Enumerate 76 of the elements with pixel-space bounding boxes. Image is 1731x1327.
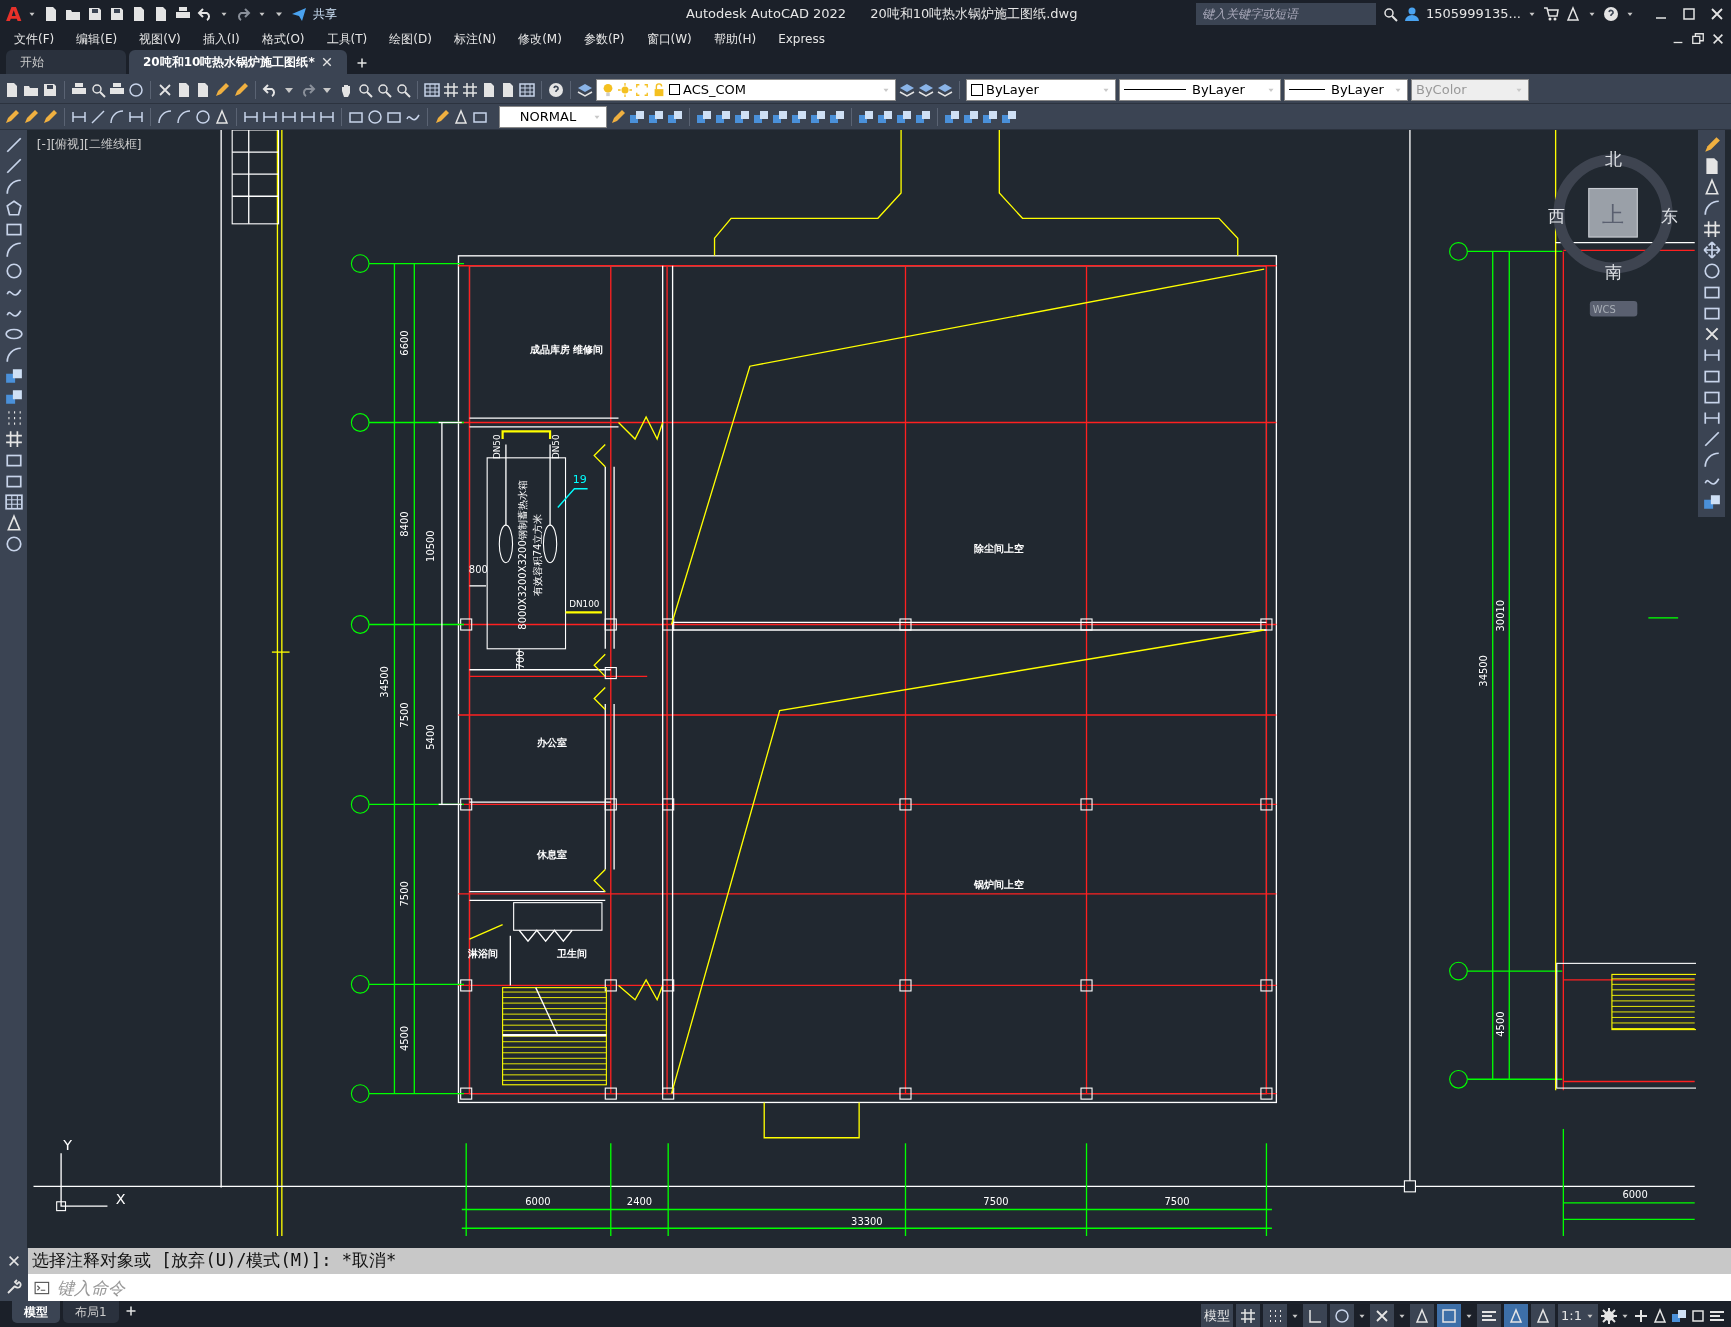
menu-item[interactable]: 窗口(W) bbox=[635, 30, 703, 48]
dimension-text: 4500 bbox=[398, 1025, 410, 1052]
axis-label: Y bbox=[63, 1136, 73, 1153]
search-field[interactable]: 键入关键字或短语 bbox=[1195, 3, 1376, 25]
dimension-text: 6600 bbox=[398, 330, 410, 356]
color-value: ByLayer bbox=[986, 80, 1039, 99]
menu-item[interactable]: 参数(P) bbox=[572, 30, 636, 48]
layer-name: ACS_COM bbox=[683, 80, 747, 99]
lineweight-value: ByLayer bbox=[1331, 80, 1384, 99]
dimension-text: 34500 bbox=[1478, 655, 1490, 687]
menu-item[interactable]: 工具(T) bbox=[315, 30, 379, 48]
menu-item[interactable]: 绘图(D) bbox=[378, 30, 443, 48]
linetype-dropdown[interactable]: ByLayer bbox=[1119, 78, 1281, 101]
room-label: 除尘间上空 bbox=[974, 541, 1025, 554]
file-title: 20吨和10吨热水锅炉施工图纸.dwg bbox=[870, 5, 1078, 24]
app-logo[interactable]: A bbox=[6, 0, 22, 29]
annotation-text: 有效容积74立方米 bbox=[532, 513, 544, 597]
dimension-text: 700 bbox=[514, 650, 526, 670]
app-title: Autodesk AutoCAD 2022 bbox=[685, 5, 847, 24]
dimension-text: 8400 bbox=[398, 511, 410, 537]
document-tab[interactable]: 20吨和10吨热水锅炉施工图纸* bbox=[129, 50, 347, 74]
compass-label[interactable]: 东 bbox=[1660, 206, 1678, 226]
leader-tag: 19 bbox=[572, 473, 587, 487]
viewcube-face-label: 上 bbox=[1602, 201, 1625, 227]
dimension-text: 6000 bbox=[1622, 1189, 1648, 1201]
lineweight-dropdown[interactable]: ByLayer bbox=[1284, 78, 1408, 101]
dimension-text: 33300 bbox=[851, 1215, 883, 1227]
menu-item[interactable]: 编辑(E) bbox=[65, 30, 129, 48]
room-label: 成品库房 维修间 bbox=[529, 342, 604, 355]
model-space-toggle[interactable]: 模型 bbox=[1201, 1304, 1234, 1327]
share-label[interactable]: 共享 bbox=[313, 5, 338, 23]
viewport-controls[interactable]: [-][俯视][二维线框] bbox=[36, 136, 142, 151]
compass-label[interactable]: 北 bbox=[1604, 150, 1622, 170]
compass-label[interactable]: 西 bbox=[1548, 206, 1566, 226]
menu-item[interactable]: Express bbox=[767, 30, 836, 48]
user-name[interactable]: 1505999135... bbox=[1425, 4, 1521, 24]
dimension-style-dropdown[interactable]: NORMAL bbox=[499, 105, 607, 128]
layout-tab[interactable]: 布局1 bbox=[63, 1301, 119, 1323]
ucs-label: WCS bbox=[1592, 304, 1616, 316]
menu-item[interactable]: 视图(V) bbox=[128, 30, 192, 48]
dimension-text: 30010 bbox=[1494, 599, 1506, 632]
room-label: 卫生间 bbox=[557, 946, 588, 959]
annotation-text: DN100 bbox=[569, 598, 600, 609]
linetype-value: ByLayer bbox=[1192, 80, 1245, 99]
menu-item[interactable]: 格式(O) bbox=[250, 30, 316, 48]
menu-item[interactable]: 标注(N) bbox=[442, 30, 508, 48]
room-label: 办公室 bbox=[537, 735, 568, 748]
room-label: 锅炉间上空 bbox=[974, 878, 1025, 891]
dimension-text: 10500 bbox=[425, 530, 437, 562]
dimension-text: 7500 bbox=[983, 1196, 1009, 1208]
annotation-text: DN50 bbox=[492, 434, 503, 460]
annotation-text: DN50 bbox=[550, 434, 561, 460]
layer-dropdown[interactable]: ACS_COM bbox=[596, 78, 896, 101]
plot-style-value: ByColor bbox=[1416, 80, 1467, 99]
compass-label[interactable]: 南 bbox=[1604, 262, 1622, 282]
dimension-text: 7500 bbox=[398, 702, 410, 728]
dimension-style-value: NORMAL bbox=[518, 107, 578, 126]
annotation-scale-dropdown[interactable]: 1:1 bbox=[1558, 1304, 1598, 1327]
dimension-text: 34500 bbox=[378, 666, 390, 698]
dimension-text: 7500 bbox=[398, 881, 410, 907]
menu-item[interactable]: 文件(F) bbox=[3, 30, 66, 48]
menu-item[interactable]: 修改(M) bbox=[507, 30, 573, 48]
dimension-text: 5400 bbox=[425, 724, 437, 750]
dimension-text: 2400 bbox=[626, 1196, 653, 1208]
command-history: 选择注释对象或 [放弃(U)/模式(M)]: *取消* bbox=[32, 1249, 397, 1273]
color-dropdown[interactable]: ByLayer bbox=[966, 78, 1116, 101]
dimension-text: 7500 bbox=[1164, 1196, 1190, 1208]
menu-item[interactable]: 插入(I) bbox=[191, 30, 251, 48]
menu-item[interactable]: 帮助(H) bbox=[702, 30, 768, 48]
axis-label: X bbox=[115, 1191, 126, 1207]
document-tab[interactable]: 开始 bbox=[6, 50, 126, 74]
room-label: 休息室 bbox=[537, 848, 568, 861]
dimension-text: 4500 bbox=[1494, 1011, 1506, 1037]
layout-tab[interactable]: 模型 bbox=[12, 1301, 60, 1323]
dimension-text: 6000 bbox=[525, 1196, 551, 1208]
annotation-text: 8000X3200X3200钢制蓄热水箱 bbox=[516, 480, 528, 630]
